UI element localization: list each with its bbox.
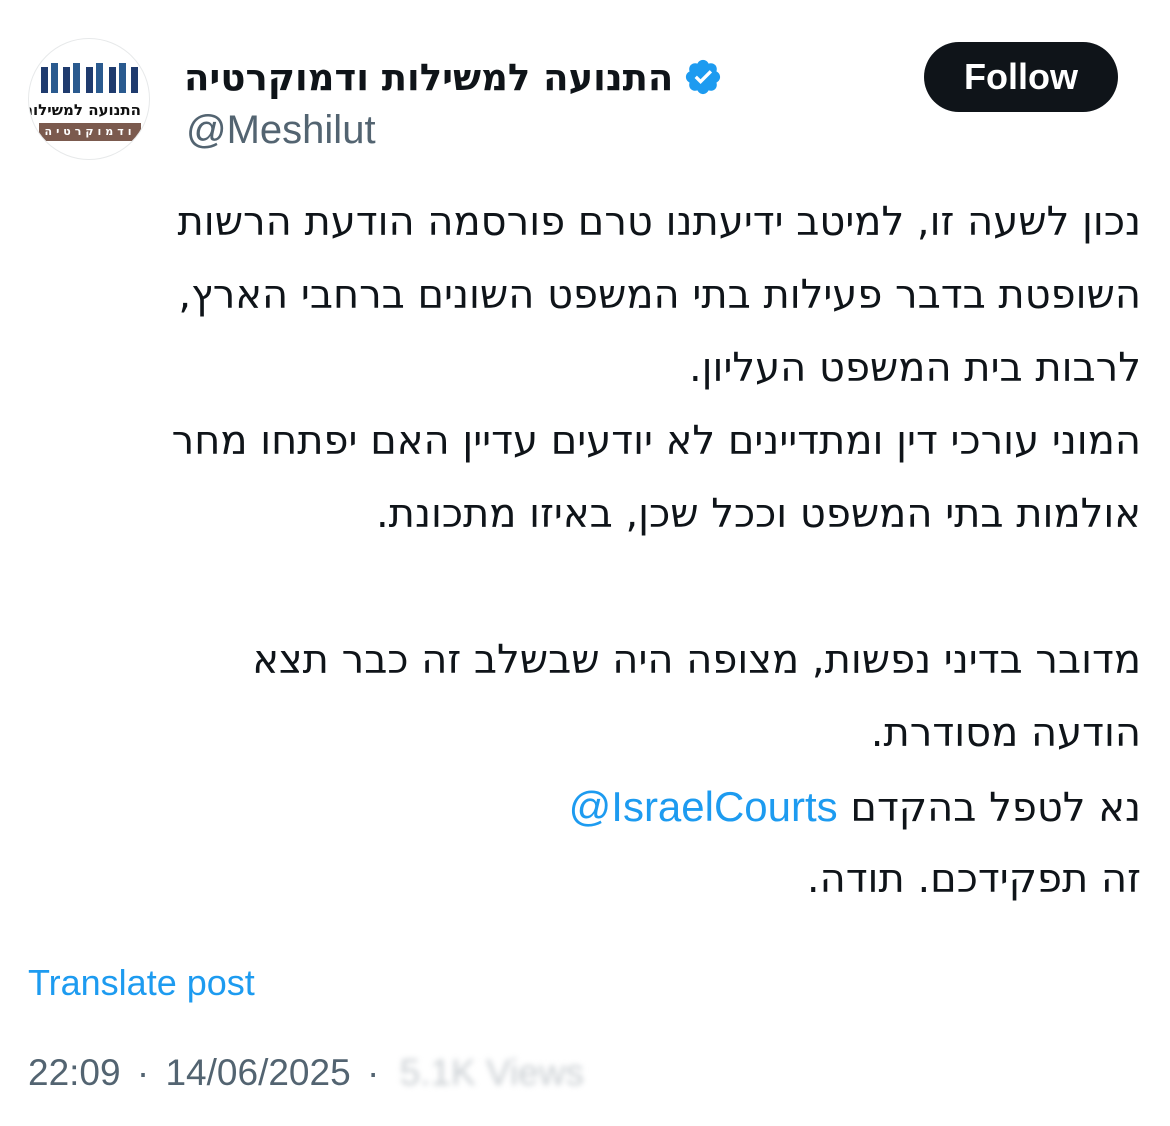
tweet-line: השופטת בדבר פעילות בתי המשפט השונים ברחב… (178, 272, 1141, 318)
mention-link[interactable]: @IsraelCourts (569, 783, 838, 830)
logo-bars-icon (41, 63, 138, 93)
tweet-line: זה תפקידכם. תודה. (806, 856, 1141, 902)
tweet-header: התנועה למשילות ודמוקרטיה התנועה למשילות … (0, 0, 1170, 180)
avatar-org-sub: ודמוקרטיה (39, 123, 141, 141)
mention-line: נא לטפל בהקדם @IsraelCourts (26, 770, 1141, 843)
tweet-line: אולמות בתי המשפט וככל שכן, באיזו מתכונת. (375, 491, 1141, 537)
avatar[interactable]: התנועה למשילות ודמוקרטיה (28, 38, 150, 160)
mention-prefix: נא לטפל בהקדם (850, 785, 1141, 831)
meta-separator: · (136, 1052, 150, 1093)
paragraph-break (26, 551, 1141, 624)
name-row: התנועה למשילות ודמוקרטיה (184, 52, 723, 102)
tweet-line: הודעה מסודרת. (870, 710, 1141, 756)
follow-button[interactable]: Follow (924, 42, 1118, 112)
tweet-meta: 22:09 · 14/06/2025 · 5.1K Views (28, 1052, 584, 1094)
tweet-time[interactable]: 22:09 (28, 1052, 121, 1093)
tweet-line: נכון לשעה זו, למיטב ידיעתנו טרם פורסמה ה… (177, 199, 1141, 245)
tweet-line: המוני עורכי דין ומתדיינים לא יודעים עדיי… (171, 418, 1141, 464)
verified-badge-icon (686, 59, 721, 95)
view-count: 5.1K Views (399, 1052, 584, 1093)
tweet-line: מדובר בדיני נפשות, מצופה היה שבשלב זה כב… (252, 637, 1141, 683)
avatar-org-name: התנועה למשילות (28, 101, 141, 119)
meta-separator: · (366, 1052, 380, 1093)
tweet-text: נכון לשעה זו, למיטב ידיעתנו טרם פורסמה ה… (26, 186, 1141, 916)
user-handle[interactable]: @Meshilut (186, 108, 376, 153)
tweet-line: לרבות בית המשפט העליון. (688, 345, 1141, 391)
tweet-date[interactable]: 14/06/2025 (165, 1052, 350, 1093)
display-name[interactable]: התנועה למשילות ודמוקרטיה (184, 56, 673, 99)
translate-post-link[interactable]: Translate post (28, 962, 255, 1004)
